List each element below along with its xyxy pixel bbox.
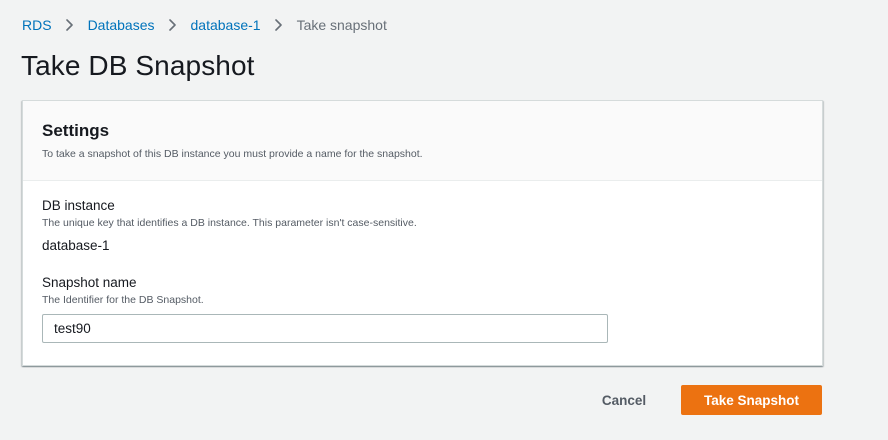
db-instance-label: DB instance [42, 198, 115, 213]
breadcrumb: RDS Databases database-1 Take snapshot [22, 16, 387, 34]
breadcrumb-item-rds[interactable]: RDS [22, 17, 52, 33]
settings-panel-header: Settings To take a snapshot of this DB i… [23, 101, 822, 181]
breadcrumb-item-database-1[interactable]: database-1 [191, 17, 261, 33]
db-instance-field: DB instance The unique key that identifi… [42, 197, 803, 255]
settings-panel-body: DB instance The unique key that identifi… [23, 181, 822, 343]
cancel-button[interactable]: Cancel [585, 386, 663, 414]
take-snapshot-page: RDS Databases database-1 Take snapshot T… [0, 0, 888, 440]
settings-panel: Settings To take a snapshot of this DB i… [22, 100, 823, 366]
snapshot-name-label: Snapshot name [42, 275, 137, 290]
chevron-right-icon [155, 16, 191, 34]
page-title: Take DB Snapshot [21, 50, 255, 81]
settings-title: Settings [42, 121, 110, 140]
chevron-right-icon [261, 16, 297, 34]
db-instance-value: database-1 [42, 238, 110, 253]
breadcrumb-item-databases[interactable]: Databases [88, 17, 155, 33]
db-instance-description: The unique key that identifies a DB inst… [42, 217, 417, 229]
snapshot-name-description: The Identifier for the DB Snapshot. [42, 294, 204, 306]
take-snapshot-button[interactable]: Take Snapshot [681, 385, 822, 415]
settings-description: To take a snapshot of this DB instance y… [42, 148, 423, 160]
breadcrumb-item-take-snapshot: Take snapshot [296, 17, 387, 33]
chevron-right-icon [52, 16, 88, 34]
snapshot-name-input[interactable] [42, 314, 608, 343]
snapshot-name-field: Snapshot name The Identifier for the DB … [42, 274, 803, 343]
